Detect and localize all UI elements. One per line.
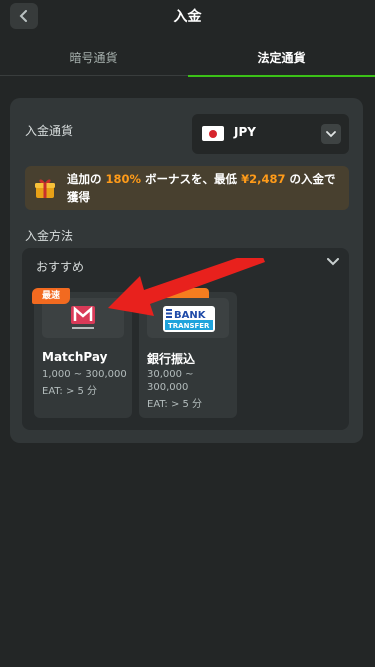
japan-flag-icon	[202, 126, 224, 141]
currency-label: 入金通貨	[25, 124, 74, 138]
svg-text:TRANSFER: TRANSFER	[168, 322, 210, 330]
tab-fiat-label: 法定通貨	[257, 51, 306, 65]
method-eat: EAT: > 5 分	[42, 386, 98, 397]
bonus-percent: 180%	[105, 172, 142, 186]
method-name: 銀行振込	[147, 352, 196, 366]
chevron-down-icon[interactable]	[327, 258, 339, 266]
bonus-middle: ボーナスを、最低	[145, 172, 238, 186]
method-range: 30,000 ~ 300,000	[147, 368, 217, 394]
matchpay-logo	[42, 298, 124, 338]
currency-type-tabs: 暗号通貨 法定通貨	[0, 44, 375, 77]
currency-value: JPY	[234, 125, 256, 139]
bonus-amount: ¥2,487	[241, 172, 286, 186]
page-title: 入金	[173, 9, 202, 25]
deposit-method-label: 入金方法	[25, 229, 74, 243]
method-name: MatchPay	[42, 350, 108, 364]
tab-crypto[interactable]: 暗号通貨	[0, 44, 187, 76]
method-card-matchpay[interactable]: 最速 MatchPay 1,000 ~ 300,000 EAT: > 5 分	[32, 288, 132, 418]
currency-dropdown-button[interactable]	[321, 124, 341, 144]
method-card-bank-transfer[interactable]: BANK TRANSFER 銀行振込 30,000 ~ 300,000 EAT:…	[139, 288, 237, 418]
recommended-label: おすすめ	[36, 260, 85, 274]
gift-icon	[35, 179, 55, 198]
bank-transfer-logo-icon: BANK TRANSFER	[163, 306, 215, 332]
bonus-prefix: 追加の	[67, 172, 102, 186]
matchpay-logo-icon	[71, 306, 95, 329]
active-tab-indicator	[188, 75, 375, 77]
svg-text:BANK: BANK	[174, 310, 207, 321]
header: 入金	[0, 0, 375, 30]
method-range-text: 30,000 ~ 300,000	[147, 369, 194, 393]
currency-select[interactable]: JPY	[192, 114, 349, 154]
method-range: 1,000 ~ 300,000	[42, 369, 127, 380]
recommended-methods: おすすめ 最速 MatchPay 1,000 ~ 300,000 EAT: > …	[22, 248, 349, 430]
bank-transfer-logo: BANK TRANSFER	[147, 298, 229, 338]
deposit-panel: 入金通貨 JPY 追加の 180% ボーナスを、最低 ¥2,487 の入金で獲得…	[10, 98, 363, 443]
tab-fiat[interactable]: 法定通貨	[188, 44, 375, 77]
fastest-badge: 最速	[32, 288, 70, 304]
chevron-down-icon	[326, 130, 336, 137]
method-eat: EAT: > 5 分	[147, 399, 203, 410]
bonus-text: 追加の 180% ボーナスを、最低 ¥2,487 の入金で獲得	[67, 170, 341, 206]
bonus-banner: 追加の 180% ボーナスを、最低 ¥2,487 の入金で獲得	[25, 166, 349, 210]
